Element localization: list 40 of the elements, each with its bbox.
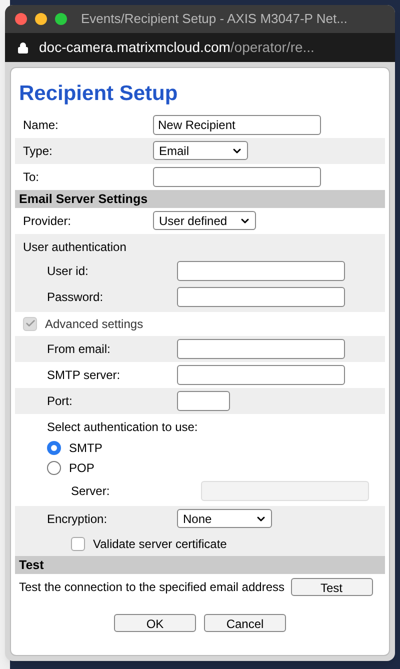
field-label: Server: bbox=[71, 482, 111, 500]
checkbox-label: Advanced settings bbox=[45, 316, 144, 332]
radio-label: SMTP bbox=[69, 440, 102, 456]
text-field[interactable] bbox=[177, 390, 230, 410]
section-header: Email Server Settings bbox=[15, 190, 385, 208]
field-label: Port: bbox=[47, 392, 74, 410]
text-field[interactable] bbox=[153, 166, 321, 186]
text-field[interactable] bbox=[177, 286, 345, 306]
field-label: Password: bbox=[47, 288, 104, 306]
field-label: From email: bbox=[47, 340, 112, 358]
checkbox-label: Validate server certificate bbox=[93, 536, 227, 552]
field-label: Name: bbox=[23, 116, 60, 134]
field-label: Provider: bbox=[23, 212, 72, 230]
radio-label: POP bbox=[69, 460, 94, 476]
group-label: User authentication bbox=[23, 238, 126, 256]
section-header: Test bbox=[15, 556, 385, 574]
window-title: Events/Recipient Setup - AXIS M3047-P Net... bbox=[81, 10, 348, 28]
field-label: To: bbox=[23, 168, 40, 186]
field-label: SMTP server: bbox=[47, 366, 122, 384]
dialog-button[interactable]: OK bbox=[114, 614, 196, 632]
check-icon bbox=[24, 318, 36, 329]
close-icon[interactable] bbox=[15, 13, 27, 25]
field-label: Type: bbox=[23, 142, 54, 160]
group-label: Select authentication to use: bbox=[47, 418, 198, 436]
field-label: User id: bbox=[47, 262, 90, 280]
dropdown[interactable]: Email bbox=[153, 141, 248, 160]
test-button[interactable]: Test bbox=[290, 578, 372, 596]
dialog-button[interactable]: Cancel bbox=[204, 614, 286, 632]
text-field[interactable] bbox=[177, 260, 345, 280]
page-heading: Recipient Setup bbox=[18, 81, 179, 107]
text-field[interactable]: New Recipient bbox=[153, 114, 321, 134]
url-text: doc-camera.matrixmcloud.com/operator/re... bbox=[39, 38, 314, 57]
text-field[interactable] bbox=[177, 364, 345, 384]
field-label: Encryption: bbox=[47, 510, 108, 528]
minimize-icon[interactable] bbox=[35, 13, 47, 25]
description-text: Test the connection to the specified email address bbox=[19, 578, 284, 596]
dropdown[interactable]: User defined bbox=[153, 211, 256, 230]
text-field[interactable] bbox=[177, 338, 345, 358]
lock-icon bbox=[17, 42, 29, 54]
maximize-icon[interactable] bbox=[55, 13, 67, 25]
